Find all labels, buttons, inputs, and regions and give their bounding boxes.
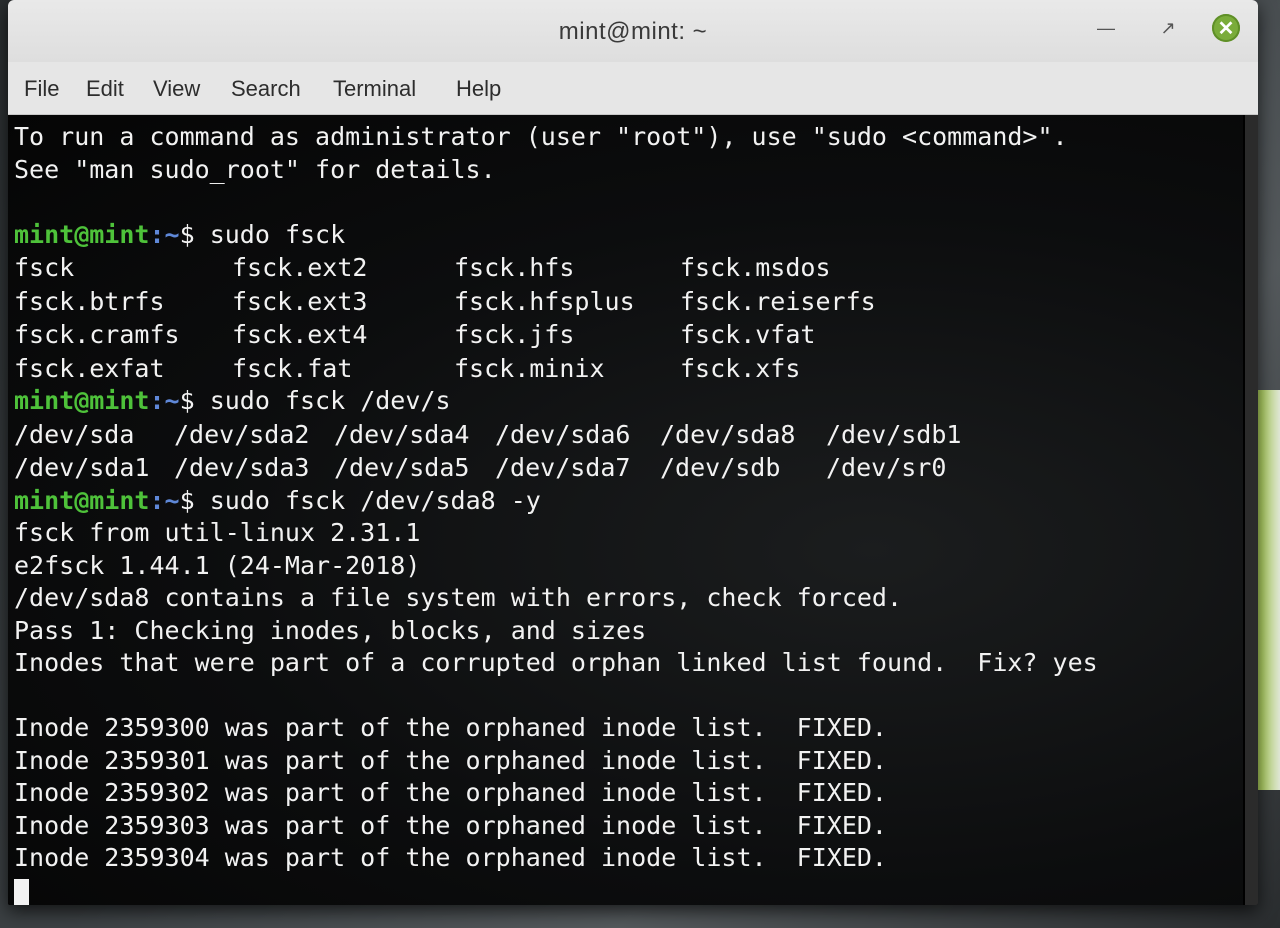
prompt-user: mint@mint	[14, 219, 150, 249]
prompt-path: :~	[149, 485, 180, 515]
completion-item: fsck.cramfs	[14, 320, 180, 349]
command-text: sudo fsck	[194, 219, 346, 249]
device-item: /dev/sda6	[495, 419, 631, 449]
completion-item: fsck.minix	[454, 353, 605, 383]
terminal-cursor	[14, 878, 29, 905]
prompt-line: mint@mint:~$ sudo fsck /dev/s	[14, 385, 1243, 418]
completion-item: fsck.exfat	[14, 353, 165, 383]
menu-view[interactable]: View	[153, 76, 200, 102]
menu-help[interactable]: Help	[456, 76, 501, 102]
inode-line: Inode 2359304 was part of the orphaned i…	[14, 843, 887, 872]
cursor-line	[14, 875, 1243, 905]
prompt-line: mint@mint:~$ sudo fsck	[14, 219, 1243, 252]
completion-row: fsck fsck.ext2 fsck.hfs fsck.msdos	[14, 251, 1243, 285]
intro-line: See "man sudo_root" for details.	[14, 154, 496, 184]
device-item: /dev/sda2	[174, 419, 310, 449]
completion-row: fsck.exfat fsck.fat fsck.minix fsck.xfs	[14, 352, 1243, 386]
completion-item: fsck.fat	[232, 353, 353, 383]
device-item: /dev/sda	[14, 419, 135, 449]
prompt-symbol: $	[179, 219, 195, 249]
completion-item: fsck.jfs	[454, 320, 575, 349]
prompt-path: :~	[149, 386, 180, 415]
device-completion-row: /dev/sda /dev/sda2 /dev/sda4 /dev/sda6 /…	[14, 418, 1243, 452]
device-item: /dev/sda1	[14, 453, 150, 482]
completion-item: fsck.reiserfs	[680, 286, 876, 316]
completion-item: fsck.msdos	[680, 253, 831, 282]
command-text: sudo fsck /dev/s	[194, 386, 451, 415]
window-title: mint@mint: ~	[558, 18, 708, 45]
inode-line: Inode 2359303 was part of the orphaned i…	[14, 810, 887, 840]
completion-item: fsck.xfs	[680, 353, 801, 383]
close-icon[interactable]: ✕	[1212, 14, 1240, 42]
device-item: /dev/sdb1	[826, 419, 962, 449]
completion-item: fsck.hfs	[454, 253, 575, 282]
completion-item: fsck	[14, 253, 75, 282]
completion-item: fsck.hfsplus	[454, 286, 635, 316]
device-item: /dev/sda3	[174, 453, 310, 482]
menu-terminal[interactable]: Terminal	[333, 76, 416, 102]
maximize-icon[interactable]: ↗	[1154, 14, 1182, 42]
menu-search[interactable]: Search	[231, 76, 301, 102]
prompt-user: mint@mint	[14, 485, 150, 515]
inode-line: Inode 2359302 was part of the orphaned i…	[14, 778, 887, 807]
prompt-user: mint@mint	[14, 386, 150, 415]
prompt-symbol: $	[179, 386, 195, 415]
inode-line: Inode 2359301 was part of the orphaned i…	[14, 745, 887, 775]
output-line: Pass 1: Checking inodes, blocks, and siz…	[14, 615, 647, 645]
device-item: /dev/sda7	[495, 453, 631, 482]
completion-item: fsck.ext3	[232, 286, 368, 316]
menu-edit[interactable]: Edit	[86, 76, 124, 102]
menu-bar: File Edit View Search Terminal Help	[8, 62, 1258, 115]
completion-item: fsck.ext4	[232, 320, 368, 349]
terminal-scrollbar[interactable]	[1245, 115, 1258, 905]
titlebar[interactable]: mint@mint: ~ — ↗ ✕	[8, 0, 1258, 62]
output-line: fsck from util-linux 2.31.1	[14, 518, 421, 547]
intro-line: To run a command as administrator (user …	[14, 122, 1068, 151]
terminal-window: mint@mint: ~ — ↗ ✕ File Edit View Search…	[8, 0, 1258, 905]
menu-file[interactable]: File	[24, 76, 59, 102]
output-line: Inodes that were part of a corrupted orp…	[14, 648, 1098, 677]
inode-line: Inode 2359300 was part of the orphaned i…	[14, 713, 887, 742]
completion-row: fsck.cramfs fsck.ext4 fsck.jfs fsck.vfat	[14, 318, 1243, 352]
completion-item: fsck.btrfs	[14, 286, 165, 316]
command-text: sudo fsck /dev/sda8 -y	[194, 485, 541, 515]
minimize-icon[interactable]: —	[1092, 14, 1120, 42]
prompt-symbol: $	[179, 485, 195, 515]
device-item: /dev/sr0	[826, 453, 947, 482]
terminal-output[interactable]: To run a command as administrator (user …	[8, 115, 1243, 905]
device-completion-row: /dev/sda1 /dev/sda3 /dev/sda5 /dev/sda7 …	[14, 451, 1243, 485]
completion-item: fsck.vfat	[680, 320, 816, 349]
output-line: /dev/sda8 contains a file system with er…	[14, 583, 903, 612]
prompt-line: mint@mint:~$ sudo fsck /dev/sda8 -y	[14, 485, 1243, 518]
completion-item: fsck.ext2	[232, 253, 368, 282]
completion-row: fsck.btrfs fsck.ext3 fsck.hfsplus fsck.r…	[14, 285, 1243, 319]
device-item: /dev/sda4	[334, 419, 470, 449]
output-line: e2fsck 1.44.1 (24-Mar-2018)	[14, 550, 421, 580]
device-item: /dev/sda8	[660, 419, 796, 449]
prompt-path: :~	[149, 219, 180, 249]
device-item: /dev/sda5	[334, 453, 470, 482]
device-item: /dev/sdb	[660, 453, 781, 482]
